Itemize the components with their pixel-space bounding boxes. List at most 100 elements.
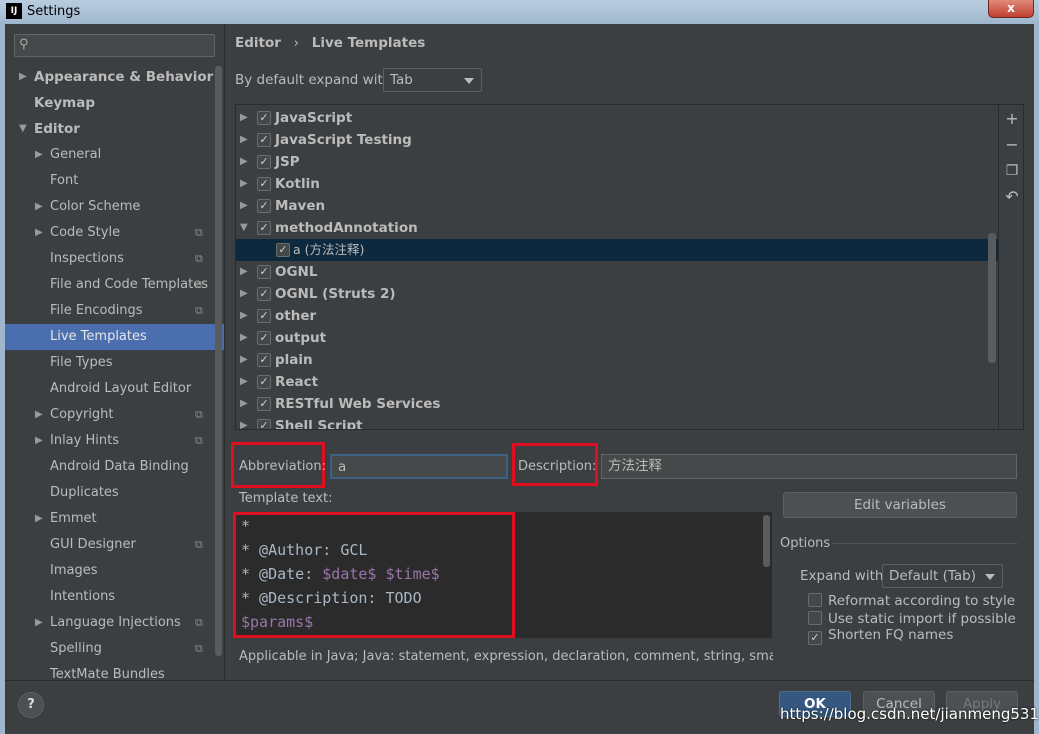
sidebar-scrollbar[interactable]	[215, 66, 222, 656]
sidebar-item[interactable]: File and Code Templates ⧉	[5, 272, 224, 298]
copy-icon[interactable]: ❐	[1004, 163, 1020, 179]
edit-variables-button[interactable]: Edit variables	[783, 492, 1017, 518]
template-checkbox[interactable]: ✓	[257, 375, 271, 389]
template-group[interactable]: ▶ ✓ OGNL (Struts 2)	[236, 283, 998, 305]
editor-scrollbar[interactable]	[763, 515, 770, 567]
template-group[interactable]: ▶ ✓ output	[236, 327, 998, 349]
sidebar-item[interactable]: ▶ General	[5, 142, 224, 168]
sidebar-item[interactable]: GUI Designer ⧉	[5, 532, 224, 558]
sidebar-item[interactable]: ▶ Language Injections ⧉	[5, 610, 224, 636]
template-checkbox[interactable]: ✓	[257, 111, 271, 125]
expand-right-icon[interactable]: ▶	[240, 129, 248, 151]
expand-right-icon[interactable]: ▶	[19, 64, 27, 90]
help-button[interactable]: ?	[18, 692, 44, 718]
template-checkbox[interactable]: ✓	[257, 133, 271, 147]
restore-defaults-icon[interactable]: ↶	[1004, 189, 1020, 205]
expand-right-icon[interactable]: ▶	[35, 220, 43, 246]
template-checkbox[interactable]: ✓	[257, 397, 271, 411]
template-checkbox[interactable]: ✓	[257, 419, 271, 429]
expand-right-icon[interactable]: ▶	[240, 173, 248, 195]
template-checkbox[interactable]: ✓	[257, 177, 271, 191]
sidebar-item[interactable]: Android Data Binding	[5, 454, 224, 480]
add-icon[interactable]: +	[1004, 111, 1020, 127]
template-list-scrollbar[interactable]	[988, 233, 996, 363]
sidebar-item[interactable]: Live Templates	[5, 324, 224, 350]
default-expand-select[interactable]: Tab	[383, 68, 482, 92]
breadcrumb-parent[interactable]: Editor	[235, 35, 281, 51]
description-input[interactable]: 方法注释	[601, 454, 1017, 479]
template-group[interactable]: ▶ ✓ JSP	[236, 151, 998, 173]
template-checkbox[interactable]: ✓	[257, 287, 271, 301]
template-checkbox[interactable]: ✓	[257, 221, 271, 235]
expand-right-icon[interactable]: ▶	[240, 151, 248, 173]
sidebar-item[interactable]: Keymap	[5, 90, 224, 116]
expand-right-icon[interactable]: ▶	[240, 195, 248, 217]
option-checkbox[interactable]: ✓	[808, 631, 822, 645]
sidebar-item[interactable]: Intentions	[5, 584, 224, 610]
sidebar-item[interactable]: File Encodings ⧉	[5, 298, 224, 324]
window-close-button[interactable]: x	[988, 0, 1034, 18]
template-group[interactable]: ▶ ✓ Kotlin	[236, 173, 998, 195]
option-checkbox[interactable]	[808, 611, 822, 625]
sidebar-item[interactable]: ▼ Editor	[5, 116, 224, 142]
expand-right-icon[interactable]: ▶	[35, 610, 43, 636]
sidebar-item[interactable]: ▶ Appearance & Behavior	[5, 64, 224, 90]
template-checkbox[interactable]: ✓	[257, 265, 271, 279]
applicable-contexts-text[interactable]: Applicable in Java; Java: statement, exp…	[239, 649, 773, 664]
expand-right-icon[interactable]: ▶	[35, 402, 43, 428]
sidebar-item[interactable]: Spelling ⧉	[5, 636, 224, 662]
template-group[interactable]: ▶ ✓ JavaScript	[236, 107, 998, 129]
template-group[interactable]: ▶ ✓ plain	[236, 349, 998, 371]
template-group[interactable]: ▶ ✓ OGNL	[236, 261, 998, 283]
template-group[interactable]: ▶ ✓ React	[236, 371, 998, 393]
template-checkbox[interactable]: ✓	[257, 199, 271, 213]
option-checkbox-row[interactable]: Reformat according to style	[808, 591, 1015, 609]
expand-with-select[interactable]: Default (Tab)	[882, 564, 1003, 588]
template-group[interactable]: ▶ ✓ JavaScript Testing	[236, 129, 998, 151]
expand-right-icon[interactable]: ▶	[240, 349, 248, 371]
sidebar-item[interactable]: Duplicates	[5, 480, 224, 506]
template-item[interactable]: ✓ a (方法注释)	[236, 239, 998, 261]
expand-right-icon[interactable]: ▶	[240, 283, 248, 305]
sidebar-item[interactable]: ▶ Copyright ⧉	[5, 402, 224, 428]
option-checkbox-row[interactable]: ✓ Shorten FQ names	[808, 627, 953, 645]
option-checkbox[interactable]	[808, 593, 822, 607]
sidebar-item[interactable]: Font	[5, 168, 224, 194]
sidebar-item[interactable]: ▶ Code Style ⧉	[5, 220, 224, 246]
expand-right-icon[interactable]: ▶	[240, 327, 248, 349]
template-checkbox[interactable]: ✓	[257, 309, 271, 323]
expand-right-icon[interactable]: ▶	[240, 305, 248, 327]
sidebar-item[interactable]: File Types	[5, 350, 224, 376]
expand-right-icon[interactable]: ▶	[35, 506, 43, 532]
template-checkbox[interactable]: ✓	[276, 243, 290, 257]
sidebar-item[interactable]: Inspections ⧉	[5, 246, 224, 272]
sidebar-item[interactable]: TextMate Bundles	[5, 662, 224, 680]
template-group[interactable]: ▶ ✓ Maven	[236, 195, 998, 217]
expand-right-icon[interactable]: ▶	[35, 428, 43, 454]
expand-right-icon[interactable]: ▶	[240, 415, 248, 429]
sidebar-item[interactable]: ▶ Inlay Hints ⧉	[5, 428, 224, 454]
template-group[interactable]: ▶ ✓ other	[236, 305, 998, 327]
expand-right-icon[interactable]: ▶	[240, 107, 248, 129]
sidebar-item[interactable]: Images	[5, 558, 224, 584]
sidebar-item[interactable]: ▶ Emmet	[5, 506, 224, 532]
expand-right-icon[interactable]: ▶	[240, 393, 248, 415]
abbreviation-input[interactable]: a	[330, 454, 508, 479]
template-checkbox[interactable]: ✓	[257, 331, 271, 345]
remove-icon[interactable]: −	[1004, 137, 1020, 153]
sidebar-item[interactable]: ▶ Color Scheme	[5, 194, 224, 220]
expand-down-icon[interactable]: ▼	[19, 116, 27, 142]
template-checkbox[interactable]: ✓	[257, 353, 271, 367]
option-checkbox-row[interactable]: Use static import if possible	[808, 609, 1016, 627]
expand-right-icon[interactable]: ▶	[240, 371, 248, 393]
template-group[interactable]: ▶ ✓ RESTful Web Services	[236, 393, 998, 415]
template-checkbox[interactable]: ✓	[257, 155, 271, 169]
settings-search-input[interactable]: ⚲	[14, 34, 215, 57]
sidebar-item[interactable]: Android Layout Editor	[5, 376, 224, 402]
expand-down-icon[interactable]: ▼	[240, 217, 248, 239]
template-group[interactable]: ▼ ✓ methodAnnotation	[236, 217, 998, 239]
template-group[interactable]: ▶ ✓ Shell Script	[236, 415, 998, 429]
expand-right-icon[interactable]: ▶	[240, 261, 248, 283]
expand-right-icon[interactable]: ▶	[35, 194, 43, 220]
expand-right-icon[interactable]: ▶	[35, 142, 43, 168]
